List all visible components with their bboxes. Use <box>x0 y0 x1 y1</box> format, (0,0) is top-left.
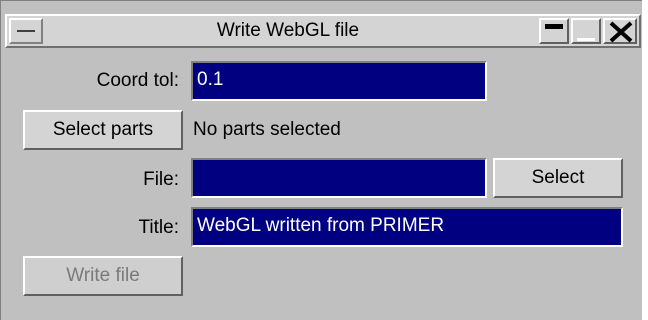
minimize-icon <box>545 24 563 29</box>
title-input[interactable]: WebGL written from PRIMER <box>191 207 623 247</box>
minimize-button[interactable] <box>539 18 569 44</box>
maximize-button[interactable] <box>571 18 601 44</box>
file-label: File: <box>143 169 179 190</box>
select-parts-button[interactable]: Select parts <box>23 110 183 150</box>
select-file-button[interactable]: Select <box>493 158 623 198</box>
parts-status: No parts selected <box>193 119 341 140</box>
window-title: Write WebGL file <box>216 20 360 41</box>
title-bar[interactable]: Write WebGL file <box>5 14 641 48</box>
close-icon <box>609 21 633 43</box>
menu-dash-icon <box>17 30 35 32</box>
write-file-button[interactable]: Write file <box>23 256 183 296</box>
file-input[interactable] <box>191 158 487 198</box>
window-menu-button[interactable] <box>9 18 43 44</box>
write-webgl-dialog: Write WebGL file Coord tol: 0.1 Select p… <box>0 0 642 320</box>
maximize-icon <box>577 38 595 41</box>
coord-tol-input[interactable]: 0.1 <box>191 61 487 101</box>
coord-tol-label: Coord tol: <box>96 70 179 91</box>
close-button[interactable] <box>603 18 637 44</box>
title-label: Title: <box>138 217 179 238</box>
